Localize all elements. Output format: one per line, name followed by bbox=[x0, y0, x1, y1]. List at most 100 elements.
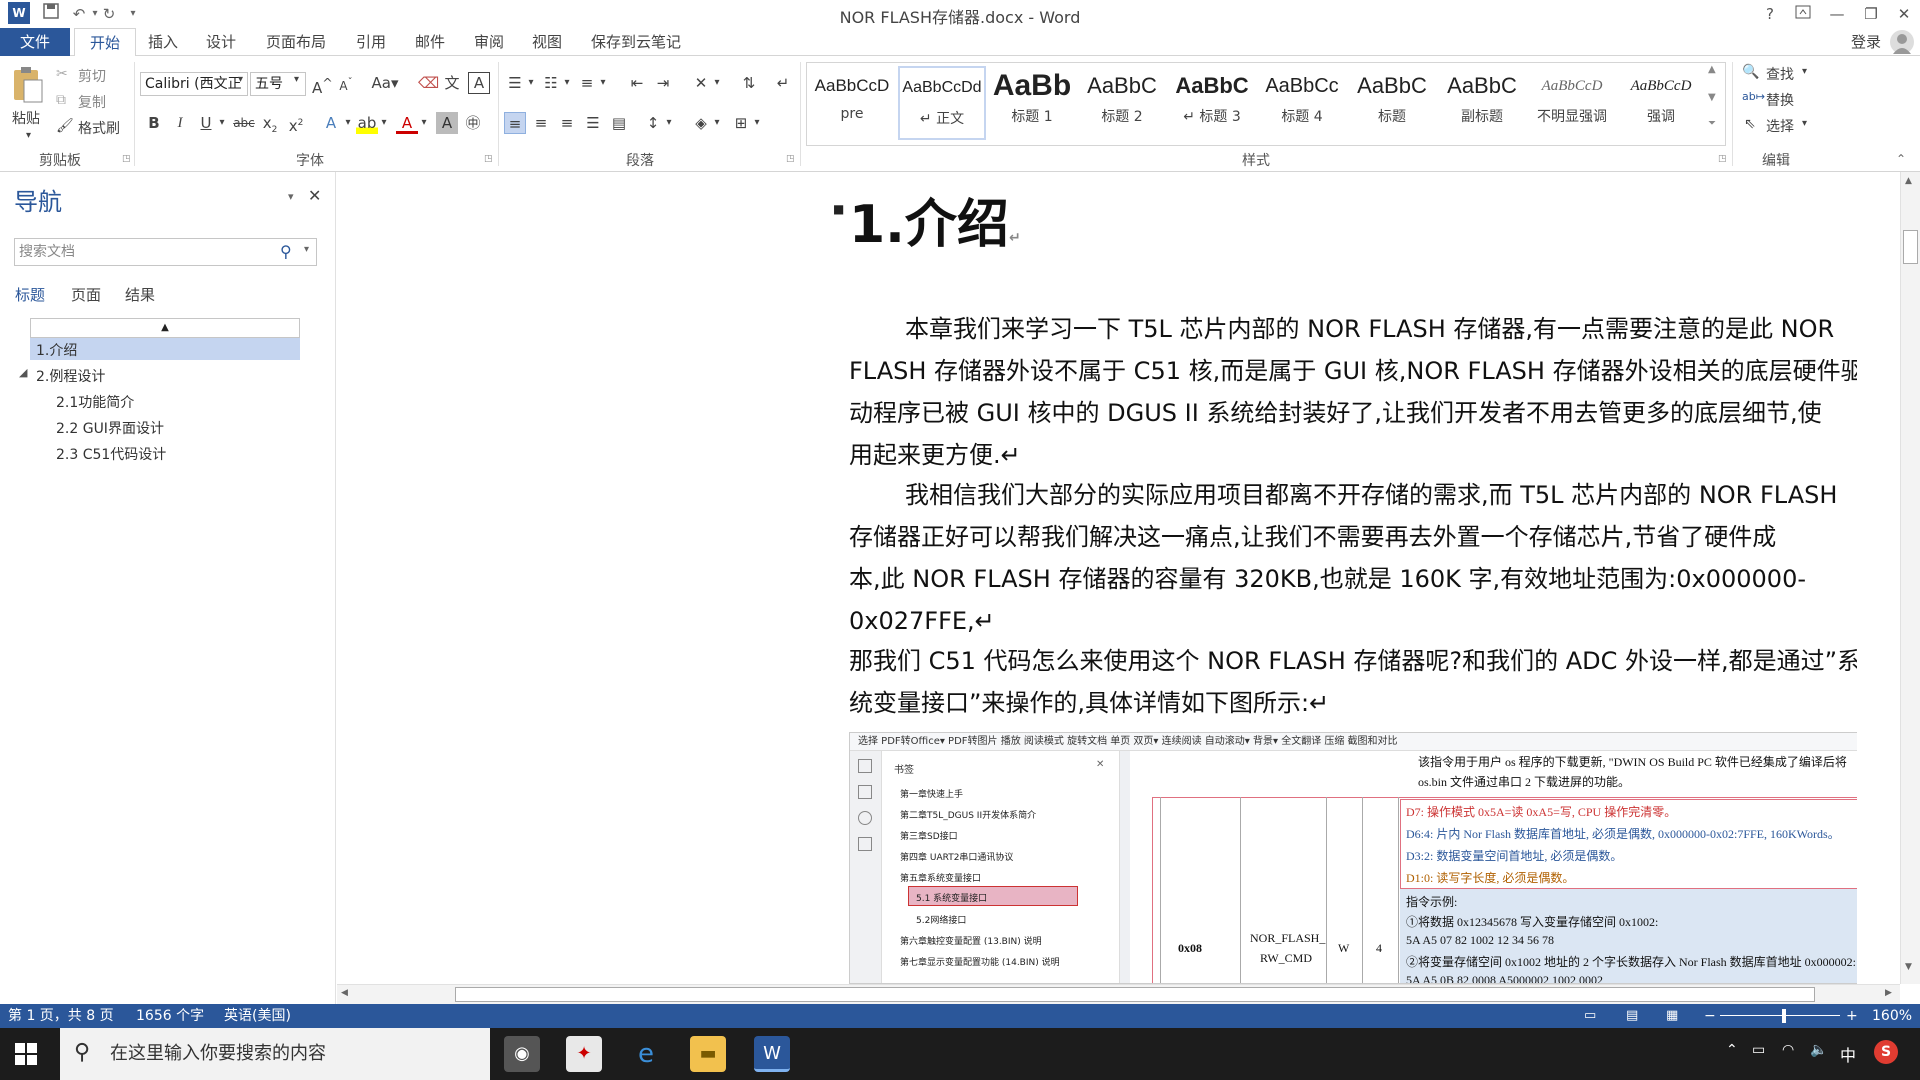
language-status[interactable]: 英语(美国) bbox=[224, 1004, 291, 1028]
shading-icon[interactable]: ◈ bbox=[690, 112, 712, 134]
bold-icon[interactable]: B bbox=[144, 112, 164, 134]
clear-formatting-icon[interactable]: ⌫ bbox=[418, 72, 439, 94]
nav-scroll-up-button[interactable]: ▲ bbox=[30, 318, 300, 338]
italic-icon[interactable]: I bbox=[170, 112, 190, 134]
zoom-slider-track[interactable] bbox=[1720, 1015, 1840, 1016]
style-heading-2[interactable]: AaBbC 标题 2 bbox=[1078, 66, 1166, 140]
minimize-button[interactable]: — bbox=[1822, 2, 1852, 26]
superscript-icon[interactable]: x2 bbox=[286, 112, 306, 135]
ribbon-display-options-icon[interactable] bbox=[1788, 2, 1818, 26]
nav-tab-headings[interactable]: 标题 bbox=[15, 284, 45, 305]
scroll-up-icon[interactable]: ▲ bbox=[1905, 176, 1912, 186]
styles-more-icon[interactable]: ⏷ bbox=[1708, 118, 1716, 129]
text-effects-icon[interactable]: A bbox=[320, 112, 342, 134]
highlight-dropdown-icon[interactable]: ▾ bbox=[378, 112, 390, 134]
line-spacing-icon[interactable]: ↕ bbox=[642, 112, 664, 134]
paste-dropdown-icon[interactable]: ▾ bbox=[26, 130, 31, 141]
help-button[interactable]: ? bbox=[1755, 2, 1785, 26]
replace-button[interactable]: 替换 bbox=[1766, 90, 1794, 110]
print-layout-icon[interactable]: ▤ bbox=[1626, 1004, 1638, 1028]
tab-file[interactable]: 文件 bbox=[0, 28, 70, 56]
pdf-app-icon[interactable]: ✦ bbox=[566, 1036, 602, 1072]
tab-save-to-cloud[interactable]: 保存到云笔记 bbox=[586, 28, 686, 56]
line-spacing-dropdown-icon[interactable]: ▾ bbox=[664, 112, 674, 134]
highlight-icon[interactable]: ab bbox=[356, 112, 378, 134]
nav-item-features[interactable]: 2.1功能简介 bbox=[56, 392, 134, 412]
windows-start-icon[interactable] bbox=[14, 1042, 38, 1066]
paragraph-launcher-icon[interactable]: ◳ bbox=[786, 154, 795, 164]
camera-app-icon[interactable]: ◉ bbox=[504, 1036, 540, 1072]
style-subtitle[interactable]: AaBbC 副标题 bbox=[1438, 66, 1526, 140]
paste-icon[interactable] bbox=[10, 66, 44, 104]
text-effects-dropdown-icon[interactable]: ▾ bbox=[342, 112, 354, 134]
scroll-down-icon[interactable]: ▼ bbox=[1905, 962, 1912, 972]
show-marks-icon[interactable]: ↵ bbox=[772, 72, 794, 94]
justify-icon[interactable]: ☰ bbox=[582, 112, 604, 134]
read-mode-icon[interactable]: ▭ bbox=[1584, 1004, 1596, 1028]
close-button[interactable]: ✕ bbox=[1889, 2, 1919, 26]
paragraph-2[interactable]: 我相信我们大部分的实际应用项目都离不开存储的需求,而 T5L 芯片内部的 NOR… bbox=[849, 474, 1857, 642]
sort-icon[interactable]: ⇅ bbox=[738, 72, 760, 94]
tab-insert[interactable]: 插入 bbox=[140, 28, 186, 56]
vertical-scrollbar[interactable]: ▲ ▼ bbox=[1900, 172, 1920, 984]
bullets-icon[interactable]: ☰ bbox=[504, 72, 526, 94]
tab-design[interactable]: 设计 bbox=[198, 28, 244, 56]
font-size-dropdown-icon[interactable]: ▾ bbox=[294, 74, 299, 85]
select-dropdown-icon[interactable]: ▾ bbox=[1802, 118, 1807, 129]
nav-close-icon[interactable]: ✕ bbox=[308, 186, 321, 205]
tab-view[interactable]: 视图 bbox=[524, 28, 570, 56]
tab-page-layout[interactable]: 页面布局 bbox=[258, 28, 334, 56]
font-launcher-icon[interactable]: ◳ bbox=[484, 154, 493, 164]
format-painter-button[interactable]: 格式刷 bbox=[78, 118, 120, 138]
tab-home[interactable]: 开始 bbox=[74, 28, 136, 57]
edge-browser-icon[interactable]: e bbox=[628, 1036, 664, 1072]
embedded-screenshot-image[interactable]: 选择 PDF转Office▾ PDF转图片 播放 阅读模式 旋转文档 单页 双页… bbox=[849, 732, 1857, 984]
character-shading-icon[interactable]: A bbox=[436, 112, 458, 134]
tab-references[interactable]: 引用 bbox=[348, 28, 394, 56]
distributed-icon[interactable]: ▤ bbox=[608, 112, 630, 134]
paste-label[interactable]: 粘贴 bbox=[12, 108, 40, 128]
borders-dropdown-icon[interactable]: ▾ bbox=[752, 112, 762, 134]
numbering-dropdown-icon[interactable]: ▾ bbox=[562, 72, 572, 94]
show-hidden-icons-icon[interactable]: ⌃ bbox=[1726, 1042, 1738, 1058]
chinese-layout-icon[interactable]: ✕ bbox=[690, 72, 712, 94]
notification-app-icon[interactable]: S bbox=[1874, 1040, 1898, 1064]
search-options-dropdown-icon[interactable]: ▾ bbox=[304, 244, 309, 255]
nav-tab-results[interactable]: 结果 bbox=[125, 284, 155, 305]
web-layout-icon[interactable]: ▦ bbox=[1666, 1004, 1678, 1028]
borders-icon[interactable]: ⊞ bbox=[730, 112, 752, 134]
enclose-characters-icon[interactable]: ㊥ bbox=[462, 112, 484, 134]
search-icon[interactable]: ⚲ bbox=[280, 242, 292, 261]
network-icon[interactable]: ◠ bbox=[1782, 1042, 1794, 1058]
nav-item-c51-code[interactable]: 2.3 C51代码设计 bbox=[56, 444, 166, 464]
decrease-indent-icon[interactable]: ⇤ bbox=[626, 72, 648, 94]
zoom-slider-thumb[interactable] bbox=[1782, 1009, 1786, 1023]
style-normal[interactable]: AaBbCcDd ↵ 正文 bbox=[898, 66, 986, 140]
character-border-icon[interactable]: A bbox=[468, 72, 490, 94]
cut-button[interactable]: 剪切 bbox=[78, 66, 106, 86]
bullets-dropdown-icon[interactable]: ▾ bbox=[526, 72, 536, 94]
select-button[interactable]: 选择 bbox=[1766, 116, 1794, 136]
tab-review[interactable]: 审阅 bbox=[466, 28, 512, 56]
sign-in-link[interactable]: 登录 bbox=[1846, 28, 1886, 56]
copy-button[interactable]: 复制 bbox=[78, 92, 106, 112]
underline-icon[interactable]: U bbox=[196, 112, 216, 134]
ime-indicator[interactable]: 中 bbox=[1840, 1042, 1856, 1066]
nav-tab-pages[interactable]: 页面 bbox=[71, 284, 101, 305]
nav-item-gui-design[interactable]: 2.2 GUI界面设计 bbox=[56, 418, 164, 438]
style-subtle-emphasis[interactable]: AaBbCcD 不明显强调 bbox=[1528, 66, 1616, 140]
shading-dropdown-icon[interactable]: ▾ bbox=[712, 112, 722, 134]
style-heading-1[interactable]: AaBb 标题 1 bbox=[988, 66, 1076, 140]
clipboard-launcher-icon[interactable]: ◳ bbox=[122, 154, 131, 164]
styles-scroll-up-icon[interactable]: ▲ bbox=[1708, 64, 1716, 75]
volume-icon[interactable]: 🔈 bbox=[1810, 1042, 1827, 1058]
page-count[interactable]: 第 1 页，共 8 页 bbox=[8, 1004, 114, 1028]
subscript-icon[interactable]: x2 bbox=[260, 112, 280, 135]
file-explorer-icon[interactable]: ▬ bbox=[690, 1036, 726, 1072]
style-heading-4[interactable]: AaBbCc 标题 4 bbox=[1258, 66, 1346, 140]
word-count[interactable]: 1656 个字 bbox=[136, 1004, 204, 1028]
align-left-icon[interactable]: ≡ bbox=[504, 112, 526, 134]
nav-item-design[interactable]: 2.例程设计 bbox=[36, 366, 105, 386]
strikethrough-icon[interactable]: abc bbox=[232, 112, 256, 134]
document-area[interactable]: ■ 1.介绍↵ 本章我们来学习一下 T5L 芯片内部的 NOR FLASH 存储… bbox=[337, 172, 1857, 984]
